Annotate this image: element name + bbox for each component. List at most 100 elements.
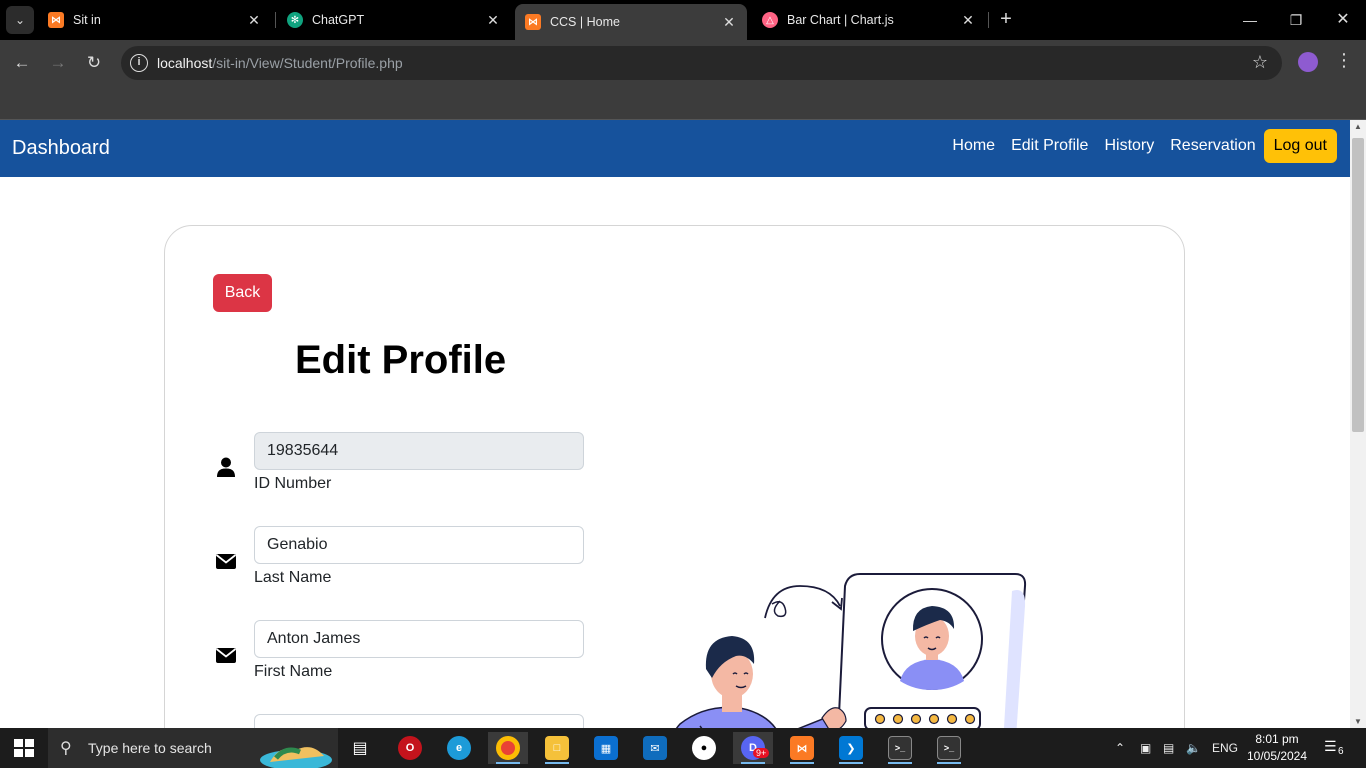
network-icon[interactable]: ▤ bbox=[1163, 728, 1174, 768]
last-name-input[interactable] bbox=[254, 526, 584, 564]
language-indicator[interactable]: ENG bbox=[1212, 728, 1238, 768]
show-hidden-icons-icon[interactable]: ⌃ bbox=[1115, 728, 1125, 768]
nav-link-reservation[interactable]: Reservation bbox=[1170, 137, 1255, 155]
terminal-icon[interactable]: >_ bbox=[929, 732, 969, 764]
new-tab-icon[interactable]: + bbox=[994, 8, 1018, 32]
web-page: Dashboard Home Edit Profile History Rese… bbox=[0, 120, 1350, 728]
chatgpt-icon: ✻ bbox=[287, 12, 303, 28]
profile-illustration bbox=[675, 573, 1027, 728]
page-title: Edit Profile bbox=[295, 338, 507, 382]
tab-search-chevron-icon[interactable]: ⌄ bbox=[6, 6, 34, 34]
minimize-icon[interactable]: — bbox=[1238, 8, 1262, 32]
clock-date: 10/05/2024 bbox=[1246, 749, 1308, 763]
discord-badge: 9+ bbox=[753, 748, 770, 758]
scroll-thumb[interactable] bbox=[1352, 138, 1364, 432]
tab-title: ChatGPT bbox=[312, 13, 365, 27]
tab-title: Sit in bbox=[73, 13, 101, 27]
file-explorer-icon[interactable]: □ bbox=[537, 732, 577, 764]
active-indicator bbox=[888, 762, 912, 764]
page-scrollbar[interactable]: ▲ ▼ bbox=[1350, 120, 1366, 728]
envelope-icon bbox=[215, 554, 237, 569]
active-indicator bbox=[741, 762, 765, 764]
active-indicator bbox=[545, 762, 569, 764]
terminal-icon[interactable]: >_ bbox=[880, 732, 920, 764]
tab-divider bbox=[988, 12, 989, 28]
chrome-icon[interactable] bbox=[488, 732, 528, 764]
url-path: /sit-in/View/Student/Profile.php bbox=[212, 55, 403, 71]
search-highlight-image bbox=[260, 747, 332, 768]
opera-icon[interactable]: O bbox=[390, 732, 430, 764]
close-tab-icon[interactable]: ✕ bbox=[960, 12, 976, 29]
first-name-label: First Name bbox=[254, 663, 333, 680]
active-indicator bbox=[496, 762, 520, 764]
tab-divider bbox=[275, 12, 276, 28]
bookmarks-bar bbox=[0, 86, 1366, 120]
id-number-input[interactable] bbox=[254, 432, 584, 470]
meet-now-icon[interactable]: ▣ bbox=[1140, 728, 1151, 768]
edge-icon[interactable]: e bbox=[439, 732, 479, 764]
tab-ccs-home[interactable]: ⋈ CCS | Home ✕ bbox=[515, 4, 747, 40]
search-placeholder: Type here to search bbox=[88, 740, 212, 756]
reload-icon[interactable]: ↻ bbox=[81, 50, 107, 76]
back-button[interactable]: Back bbox=[213, 274, 272, 312]
scroll-up-icon[interactable]: ▲ bbox=[1354, 122, 1362, 131]
id-number-label: ID Number bbox=[254, 475, 332, 492]
active-indicator bbox=[790, 762, 814, 764]
first-name-input[interactable] bbox=[254, 620, 584, 658]
nav-link-home[interactable]: Home bbox=[952, 137, 995, 155]
windows-start-icon[interactable] bbox=[14, 739, 34, 757]
next-field-input[interactable] bbox=[254, 714, 584, 728]
active-indicator bbox=[839, 762, 863, 764]
tab-sit-in[interactable]: ⋈ Sit in ✕ bbox=[38, 4, 272, 36]
active-indicator bbox=[937, 762, 961, 764]
browser-toolbar: ← → ↻ i localhost/sit-in/View/Student/Pr… bbox=[0, 40, 1366, 86]
xampp-icon: ⋈ bbox=[48, 12, 64, 28]
tab-chatgpt[interactable]: ✻ ChatGPT ✕ bbox=[277, 4, 511, 36]
clock-time: 8:01 pm bbox=[1255, 732, 1299, 746]
url-text[interactable]: localhost/sit-in/View/Student/Profile.ph… bbox=[157, 55, 403, 71]
bookmark-star-icon[interactable]: ☆ bbox=[1252, 52, 1268, 73]
notification-count: 6 bbox=[1338, 746, 1344, 757]
restore-icon[interactable]: ❐ bbox=[1284, 8, 1308, 32]
top-navbar: Dashboard Home Edit Profile History Rese… bbox=[0, 120, 1350, 177]
logout-button[interactable]: Log out bbox=[1263, 129, 1337, 163]
profile-card: Back Edit Profile ID Number Last Name bbox=[164, 225, 1185, 728]
tab-strip: ⌄ ⋈ Sit in ✕ ✻ ChatGPT ✕ ⋈ CCS | Home ✕ … bbox=[0, 0, 1366, 40]
close-tab-icon[interactable]: ✕ bbox=[246, 12, 262, 29]
taskbar-search[interactable]: ⚲ Type here to search bbox=[48, 728, 338, 768]
github-icon[interactable]: ● bbox=[684, 732, 724, 764]
user-icon bbox=[217, 457, 235, 477]
xampp-icon: ⋈ bbox=[525, 14, 541, 30]
scroll-down-icon[interactable]: ▼ bbox=[1354, 717, 1362, 726]
vscode-icon[interactable]: ❯ bbox=[831, 732, 871, 764]
envelope-icon bbox=[215, 648, 237, 663]
navbar-brand[interactable]: Dashboard bbox=[12, 137, 110, 160]
nav-link-edit-profile[interactable]: Edit Profile bbox=[1011, 137, 1088, 155]
mail-icon[interactable]: ✉ bbox=[635, 732, 675, 764]
back-arrow-icon[interactable]: ← bbox=[9, 50, 35, 76]
address-bar[interactable]: i localhost/sit-in/View/Student/Profile.… bbox=[121, 46, 1282, 80]
close-window-icon[interactable]: ✕ bbox=[1331, 8, 1355, 32]
chartjs-icon: △ bbox=[762, 12, 778, 28]
tab-chartjs[interactable]: △ Bar Chart | Chart.js ✕ bbox=[752, 4, 986, 36]
xampp-icon[interactable]: ⋈ bbox=[782, 732, 822, 764]
discord-icon[interactable]: D 9+ bbox=[733, 732, 773, 764]
close-tab-icon[interactable]: ✕ bbox=[721, 14, 737, 31]
tab-title: Bar Chart | Chart.js bbox=[787, 13, 894, 27]
navbar-links: Home Edit Profile History Reservation Lo… bbox=[936, 129, 1337, 163]
volume-icon[interactable]: 🔈 bbox=[1186, 728, 1201, 768]
forward-arrow-icon[interactable]: → bbox=[45, 50, 71, 76]
tab-title: CCS | Home bbox=[550, 15, 620, 29]
notification-center-icon[interactable]: ☰ 6 bbox=[1324, 738, 1344, 758]
task-view-icon[interactable]: ▤ bbox=[340, 732, 380, 764]
search-icon: ⚲ bbox=[60, 740, 72, 757]
last-name-label: Last Name bbox=[254, 569, 332, 586]
close-tab-icon[interactable]: ✕ bbox=[485, 12, 501, 29]
browser-menu-icon[interactable]: ⋮ bbox=[1334, 50, 1354, 76]
site-info-icon[interactable]: i bbox=[130, 54, 148, 72]
nav-link-history[interactable]: History bbox=[1104, 137, 1154, 155]
profile-avatar-icon[interactable] bbox=[1298, 52, 1318, 72]
url-host: localhost bbox=[157, 55, 213, 71]
microsoft-store-icon[interactable]: ▦ bbox=[586, 732, 626, 764]
system-clock[interactable]: 8:01 pm 10/05/2024 bbox=[1244, 731, 1310, 765]
